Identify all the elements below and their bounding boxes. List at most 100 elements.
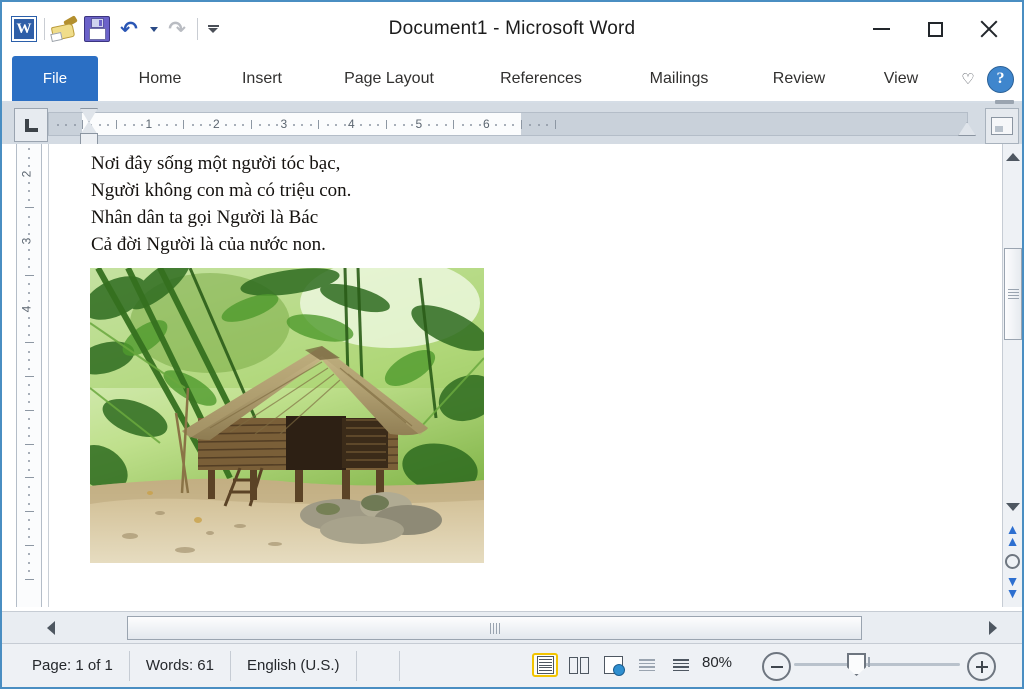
zoom-slider-track[interactable] bbox=[794, 663, 960, 666]
ruler-tick bbox=[554, 120, 556, 129]
document-image[interactable] bbox=[90, 268, 484, 563]
select-browse-object-button[interactable] bbox=[1003, 548, 1022, 574]
vertical-ruler-tick bbox=[28, 494, 30, 497]
vertical-ruler-tick bbox=[28, 350, 30, 353]
vertical-ruler-tick bbox=[25, 207, 34, 209]
tab-view[interactable]: View bbox=[868, 56, 934, 101]
vertical-ruler-tick bbox=[28, 536, 30, 539]
vertical-ruler-tick bbox=[25, 544, 34, 546]
ruler-tick bbox=[301, 124, 304, 126]
previous-page-button[interactable]: ▲ ▲ bbox=[1003, 522, 1022, 548]
vertical-ruler-tick bbox=[28, 451, 30, 454]
page-status[interactable]: Page: 1 of 1 bbox=[16, 650, 130, 681]
tab-file[interactable]: File bbox=[12, 56, 98, 101]
ruler-tick bbox=[520, 120, 522, 129]
left-tab-icon bbox=[24, 118, 38, 132]
draft-view-button[interactable] bbox=[668, 653, 694, 677]
vertical-ruler-tick bbox=[28, 553, 30, 556]
document-text-poem[interactable]: Nơi đây sống một người tóc bạc, Người kh… bbox=[91, 150, 351, 258]
tab-insert[interactable]: Insert bbox=[224, 56, 300, 101]
ruler-tick bbox=[233, 124, 236, 126]
vertical-ruler-tick bbox=[28, 291, 30, 294]
vertical-ruler-tick bbox=[28, 418, 30, 421]
maximize-button[interactable] bbox=[908, 12, 962, 46]
vertical-ruler-tick bbox=[28, 165, 30, 168]
horizontal-scroll-thumb[interactable] bbox=[127, 616, 862, 640]
word-count-status[interactable]: Words: 61 bbox=[130, 650, 231, 681]
horizontal-ruler[interactable]: 1 2 3 4 5 6 bbox=[48, 112, 968, 136]
zoom-in-button[interactable] bbox=[967, 652, 996, 681]
vertical-ruler-tick bbox=[28, 401, 30, 404]
web-layout-view-button[interactable] bbox=[600, 653, 626, 677]
vertical-scrollbar[interactable]: ▲ ▲ ▼ ▼ bbox=[1002, 144, 1022, 607]
vertical-scroll-thumb[interactable] bbox=[1004, 248, 1022, 340]
outline-view-button[interactable] bbox=[634, 653, 660, 677]
scroll-up-button[interactable] bbox=[1003, 146, 1022, 168]
vertical-ruler-tick bbox=[28, 384, 30, 387]
vertical-ruler[interactable]: 2 3 4 bbox=[16, 144, 42, 607]
help-icon[interactable]: ? bbox=[987, 66, 1014, 93]
ruler-tick bbox=[174, 124, 177, 126]
ruler-number: 2 bbox=[213, 117, 220, 131]
ruler-tick bbox=[191, 124, 194, 126]
ruler-tick bbox=[56, 124, 59, 126]
ruler-tick bbox=[200, 124, 203, 126]
window-controls bbox=[854, 12, 1016, 46]
vertical-ruler-tick bbox=[28, 190, 30, 193]
ruler-tick bbox=[225, 124, 228, 126]
ruler-tick bbox=[208, 124, 211, 126]
tab-stop-selector[interactable] bbox=[14, 108, 48, 142]
ruler-tick bbox=[402, 124, 405, 126]
ruler-top-dash bbox=[995, 100, 1014, 104]
full-screen-reading-view-button[interactable] bbox=[566, 653, 592, 677]
ruler-tick bbox=[503, 124, 506, 126]
ruler-tick bbox=[335, 124, 338, 126]
vertical-ruler-tick bbox=[28, 316, 30, 319]
ruler-tick bbox=[326, 124, 329, 126]
scroll-left-button[interactable] bbox=[40, 617, 62, 639]
print-layout-view-button[interactable] bbox=[532, 653, 558, 677]
zoom-level-label: 80% bbox=[702, 654, 733, 671]
ruler-tick bbox=[453, 120, 455, 129]
scroll-down-button[interactable] bbox=[1003, 496, 1022, 518]
next-page-button[interactable]: ▼ ▼ bbox=[1003, 574, 1022, 600]
vertical-ruler-tick bbox=[28, 367, 30, 370]
ruler-tick bbox=[132, 124, 135, 126]
vertical-ruler-tick bbox=[28, 283, 30, 286]
vertical-ruler-tick bbox=[28, 224, 30, 227]
minimize-button[interactable] bbox=[854, 12, 908, 46]
ruler-tick bbox=[427, 124, 430, 126]
ruler-tick bbox=[360, 124, 363, 126]
ruler-tick bbox=[276, 124, 279, 126]
vertical-ruler-tick bbox=[28, 148, 30, 151]
ruler-tick bbox=[157, 124, 160, 126]
horizontal-scrollbar[interactable] bbox=[2, 611, 1022, 643]
heart-icon[interactable]: ♡ bbox=[958, 70, 978, 90]
view-mode-buttons bbox=[532, 653, 694, 677]
zoom-slider-midmark bbox=[868, 657, 870, 667]
tab-mailings[interactable]: Mailings bbox=[630, 56, 728, 101]
tab-page-layout[interactable]: Page Layout bbox=[326, 56, 452, 101]
tab-references[interactable]: References bbox=[480, 56, 602, 101]
ruler-tick bbox=[461, 124, 464, 126]
close-button[interactable] bbox=[962, 12, 1016, 46]
language-status[interactable]: English (U.S.) bbox=[231, 650, 357, 681]
view-ruler-icon bbox=[991, 117, 1013, 135]
document-page[interactable]: Nơi đây sống một người tóc bạc, Người kh… bbox=[48, 144, 969, 607]
scroll-right-button[interactable] bbox=[982, 617, 1004, 639]
ruler-right-margin bbox=[520, 113, 967, 135]
vertical-ruler-number: 3 bbox=[19, 237, 34, 245]
ruler-number: 3 bbox=[280, 117, 288, 131]
ruler-tick bbox=[343, 124, 346, 126]
ruler-tick bbox=[242, 124, 245, 126]
ruler-tick bbox=[73, 124, 76, 126]
ruler-tick bbox=[512, 124, 515, 126]
zoom-out-button[interactable] bbox=[762, 652, 791, 681]
ruler-tick bbox=[537, 124, 540, 126]
vertical-ruler-tick bbox=[28, 435, 30, 438]
ruler-number: 6 bbox=[483, 117, 490, 131]
tab-home[interactable]: Home bbox=[120, 56, 200, 101]
view-ruler-button[interactable] bbox=[985, 108, 1019, 144]
tab-review[interactable]: Review bbox=[756, 56, 842, 101]
ribbon-tab-bar: File Home Insert Page Layout References … bbox=[2, 56, 1022, 103]
